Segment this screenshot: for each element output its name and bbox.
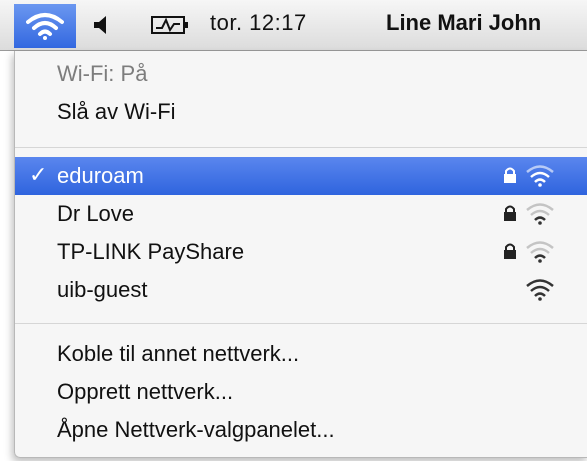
menu-bar: tor. 12:17 Line Mari John <box>0 0 587 51</box>
wifi-signal-icon <box>526 165 554 187</box>
menu-clock[interactable]: tor. 12:17 <box>210 10 307 36</box>
wifi-signal-icon <box>526 241 554 263</box>
user-name[interactable]: Line Mari John <box>386 10 541 36</box>
lock-icon <box>504 205 516 221</box>
network-name: eduroam <box>57 163 144 188</box>
wifi-dropdown-menu: Wi-Fi: På Slå av Wi-Fi ✓ eduroam Dr Love <box>14 51 587 458</box>
create-network-item[interactable]: Opprett nettverk... <box>15 373 587 411</box>
wifi-signal-icon <box>526 279 554 301</box>
lock-icon <box>504 243 516 259</box>
open-network-preferences-item[interactable]: Åpne Nettverk-valgpanelet... <box>15 411 587 449</box>
menu-separator <box>15 147 587 148</box>
wifi-icon <box>26 13 64 40</box>
wifi-status-item: Wi-Fi: På <box>15 55 587 93</box>
wifi-signal-icon <box>526 203 554 225</box>
network-item-tp-link-payshare[interactable]: TP-LINK PayShare <box>15 233 587 271</box>
checkmark-icon: ✓ <box>29 162 48 187</box>
network-name: TP-LINK PayShare <box>57 239 245 264</box>
wifi-menu-extra[interactable] <box>14 4 76 48</box>
network-name: uib-guest <box>57 277 148 302</box>
wifi-status-label: Wi-Fi: På <box>57 61 148 86</box>
lock-icon <box>504 167 516 183</box>
network-item-dr-love[interactable]: Dr Love <box>15 195 587 233</box>
menu-separator <box>15 323 587 324</box>
turn-off-wifi-label: Slå av Wi-Fi <box>57 99 176 124</box>
volume-icon[interactable] <box>92 14 112 36</box>
network-name: Dr Love <box>57 201 135 226</box>
join-other-network-item[interactable]: Koble til annet nettverk... <box>15 335 587 373</box>
network-item-uib-guest[interactable]: uib-guest <box>15 271 587 309</box>
menu-action-label: Opprett nettverk... <box>57 379 234 404</box>
turn-off-wifi-item[interactable]: Slå av Wi-Fi <box>15 93 587 131</box>
menu-action-label: Koble til annet nettverk... <box>57 341 300 366</box>
battery-charging-icon[interactable] <box>150 14 190 36</box>
menu-action-label: Åpne Nettverk-valgpanelet... <box>57 417 335 442</box>
network-item-eduroam[interactable]: ✓ eduroam <box>15 157 587 195</box>
